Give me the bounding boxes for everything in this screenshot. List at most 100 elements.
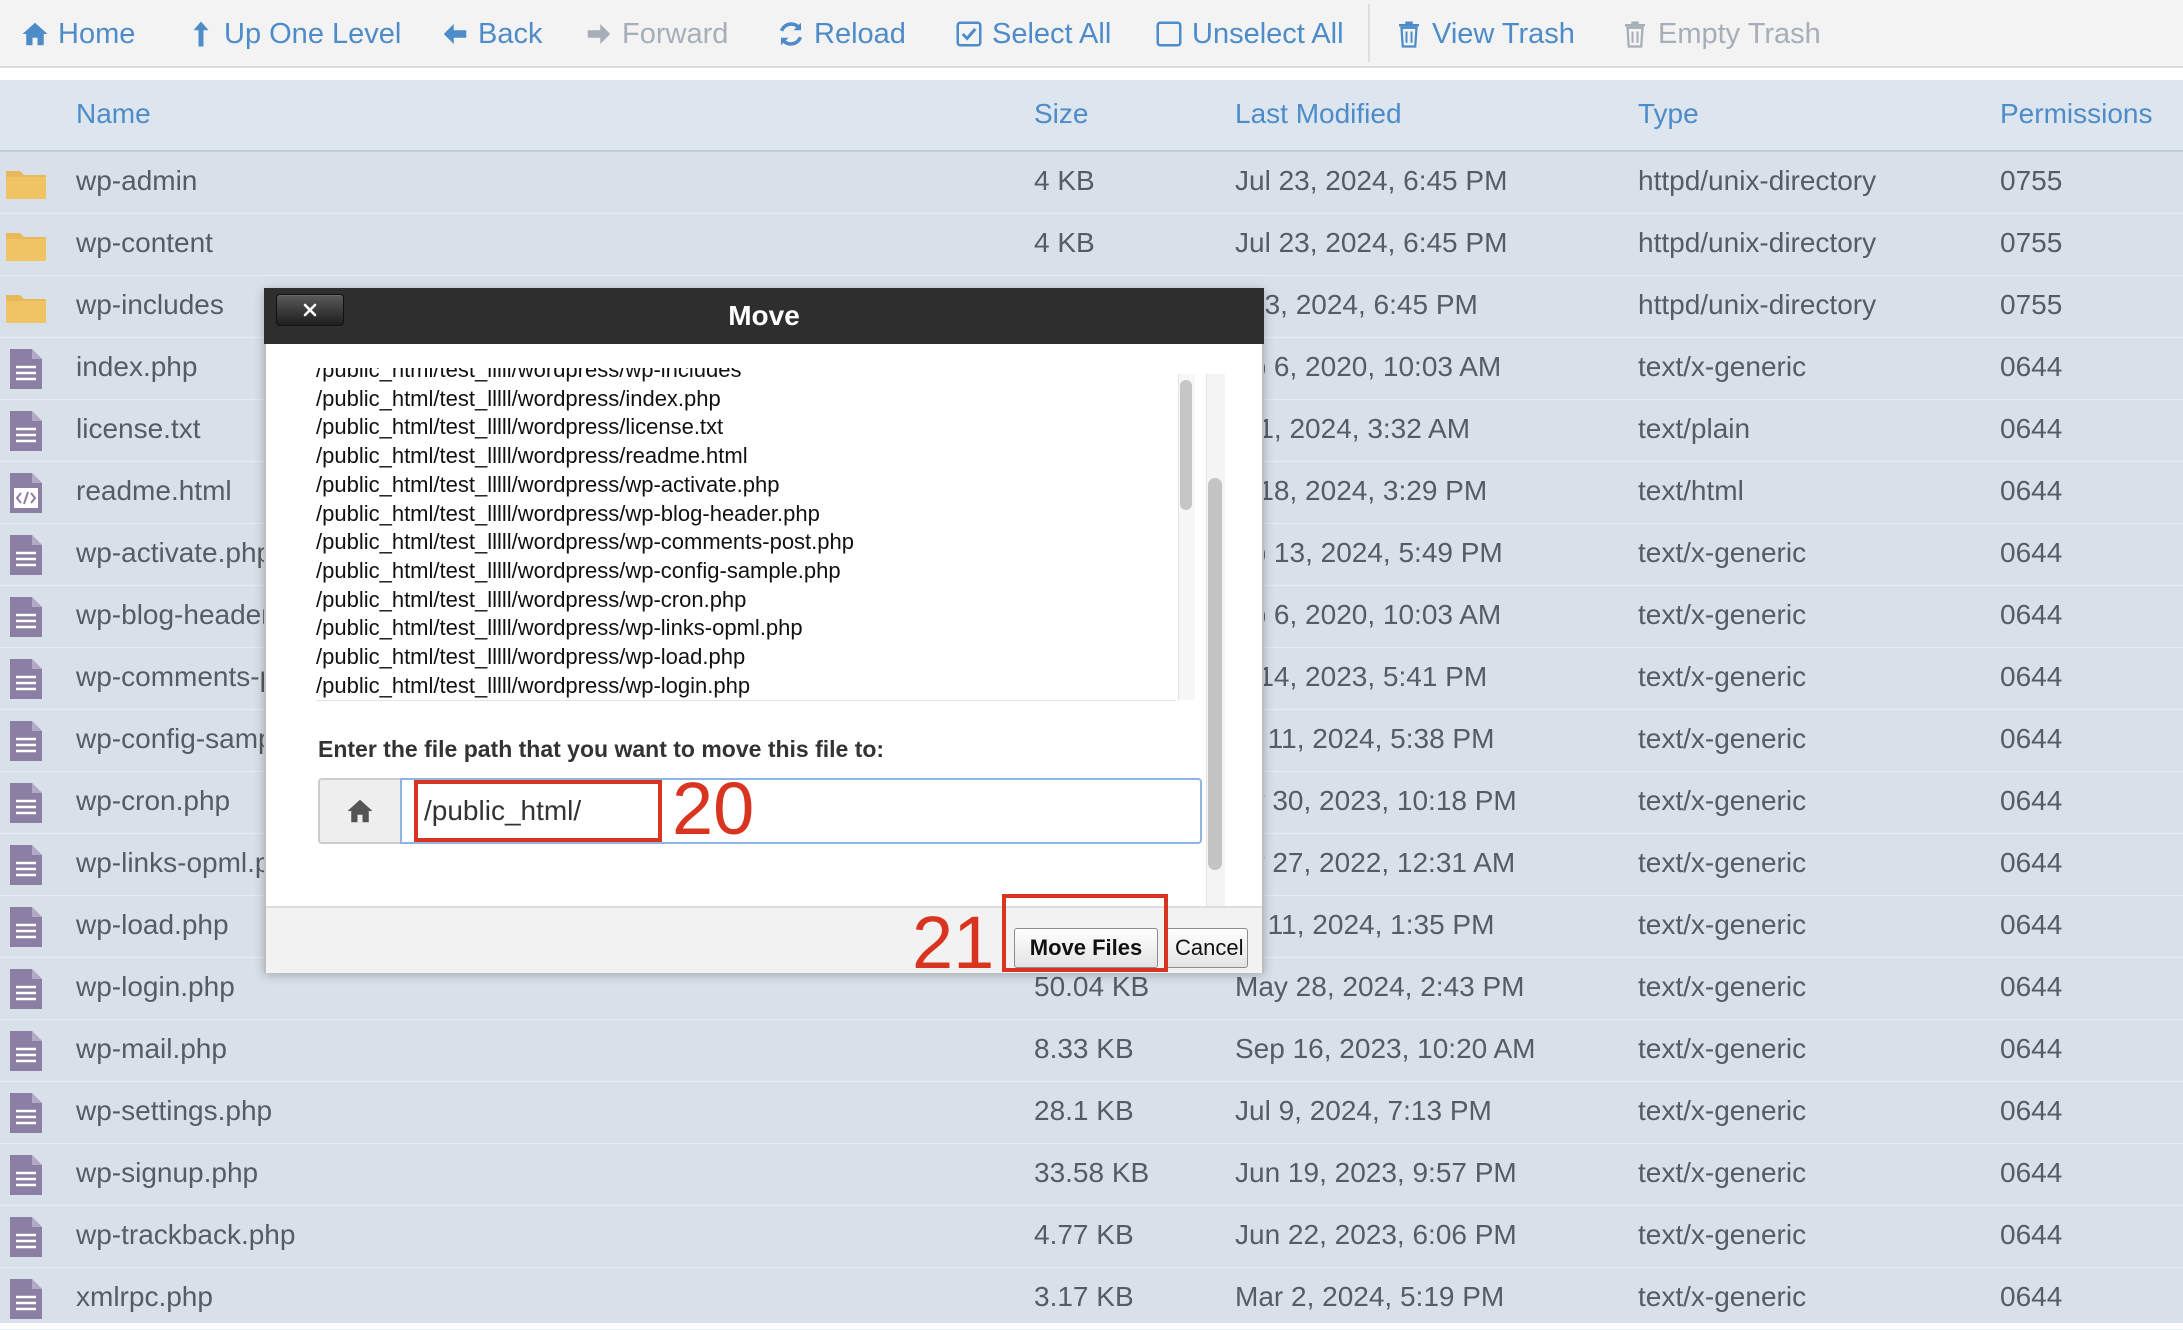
file-name-cell: license.txt <box>76 413 201 444</box>
table-row[interactable]: wp-trackback.php 4.77 KB Jun 22, 2023, 6:0… <box>0 1206 2183 1268</box>
file-name-cell: index.php <box>76 351 198 382</box>
annotation-step-21: 21 <box>912 901 995 984</box>
forward-button[interactable]: Forward <box>584 12 728 56</box>
permissions-cell: 0644 <box>2000 475 2063 506</box>
file-type-cell: text/x-generic <box>1638 599 1807 630</box>
last-modified-cell: May 28, 2024, 2:43 PM <box>1235 971 1525 1002</box>
home-directory-addon <box>318 778 400 844</box>
permissions-cell: 0644 <box>2000 351 2063 382</box>
dialog-scrollbar-thumb[interactable] <box>1208 478 1222 870</box>
file-name-cell: wp-links-opml.p <box>76 847 271 878</box>
move-dialog: Move /public_html/test_lllll/wordpress/w… <box>264 288 1264 973</box>
table-row[interactable]: wp-settings.php 28.1 KB Jul 9, 2024, 7:13 … <box>0 1082 2183 1144</box>
reload-icon <box>779 22 803 46</box>
file-icon <box>4 719 48 763</box>
file-type-cell: text/x-generic <box>1638 909 1807 940</box>
forward-label: Forward <box>622 17 729 50</box>
file-name-cell: wp-signup.php <box>76 1157 259 1188</box>
last-modified-cell: Jul 9, 2024, 7:13 PM <box>1235 1095 1492 1126</box>
file-type-cell: text/x-generic <box>1638 1157 1807 1188</box>
unselect-all-button[interactable]: Unselect All <box>1154 12 1344 56</box>
empty-trash-button[interactable]: Empty Trash <box>1620 12 1821 56</box>
up-one-level-button[interactable]: Up One Level <box>186 12 401 56</box>
file-size-cell: 50.04 KB <box>1034 971 1150 1002</box>
column-header-size[interactable]: Size <box>1034 98 1088 130</box>
permissions-cell: 0644 <box>2000 661 2063 692</box>
file-icon <box>4 905 48 949</box>
unselect-all-label: Unselect All <box>1192 17 1344 50</box>
file-name-cell: wp-includes <box>76 289 224 320</box>
file-type-cell: httpd/unix-directory <box>1638 165 1877 196</box>
file-name-cell: wp-cron.php <box>76 785 231 816</box>
home-button[interactable]: Home <box>20 12 135 56</box>
column-header-last-modified[interactable]: Last Modified <box>1235 98 1402 130</box>
permissions-cell: 0755 <box>2000 165 2063 196</box>
arrow-right-icon <box>587 24 611 44</box>
file-type-cell: text/x-generic <box>1638 537 1807 568</box>
file-list-scrollbar-thumb[interactable] <box>1180 380 1192 510</box>
file-size-cell: 8.33 KB <box>1034 1033 1134 1064</box>
file-name-cell: wp-mail.php <box>76 1033 227 1064</box>
last-modified-cell: l 23, 2024, 6:45 PM <box>1235 289 1478 320</box>
cancel-button[interactable]: Cancel <box>1166 928 1248 968</box>
table-row[interactable]: wp-mail.php 8.33 KB Sep 16, 2023, 10:20 AM… <box>0 1020 2183 1082</box>
permissions-cell: 0644 <box>2000 847 2063 878</box>
select-all-button[interactable]: Select All <box>954 12 1111 56</box>
permissions-cell: 0644 <box>2000 1219 2063 1250</box>
checkbox-checked-icon <box>956 21 982 47</box>
permissions-cell: 0644 <box>2000 1281 2063 1312</box>
list-item: /public_html/test_lllll/wordpress/wp-lin… <box>316 615 803 641</box>
file-type-cell: text/x-generic <box>1638 785 1807 816</box>
last-modified-cell: Jun 19, 2023, 9:57 PM <box>1235 1157 1517 1188</box>
file-size-cell: 28.1 KB <box>1034 1095 1134 1126</box>
table-header: Name Size Last Modified Type Permissions <box>0 80 2183 152</box>
table-row[interactable]: wp-content 4 KB Jul 23, 2024, 6:45 PM httpd… <box>0 214 2183 276</box>
file-name-cell: wp-blog-header <box>76 599 271 630</box>
list-item: /public_html/test_lllll/wordpress/readme… <box>316 443 748 469</box>
file-type-cell: httpd/unix-directory <box>1638 289 1877 320</box>
file-type-cell: text/x-generic <box>1638 661 1807 692</box>
list-item: /public_html/test_lllll/wordpress/wp-log… <box>316 672 751 698</box>
folder-icon <box>4 285 48 329</box>
file-name-cell: wp-activate.php <box>76 537 273 568</box>
permissions-cell: 0644 <box>2000 413 2063 444</box>
home-icon <box>347 799 373 823</box>
file-icon <box>4 657 48 701</box>
up-one-level-label: Up One Level <box>224 17 402 50</box>
permissions-cell: 0755 <box>2000 289 2063 320</box>
column-header-permissions[interactable]: Permissions <box>2000 98 2152 130</box>
file-type-cell: text/x-generic <box>1638 971 1807 1002</box>
select-all-label: Select All <box>992 17 1112 50</box>
file-icon <box>4 1091 48 1135</box>
table-row[interactable]: wp-signup.php 33.58 KB Jun 19, 2023, 9:57 … <box>0 1144 2183 1206</box>
file-icon <box>4 533 48 577</box>
table-row[interactable]: wp-admin 4 KB Jul 23, 2024, 6:45 PM httpd/u… <box>0 152 2183 214</box>
list-item: /public_html/test_lllll/wordpress/wp-inc… <box>316 368 742 382</box>
column-header-type[interactable]: Type <box>1638 98 1699 130</box>
file-name-cell: wp-content <box>76 227 213 258</box>
file-type-cell: httpd/unix-directory <box>1638 227 1877 258</box>
permissions-cell: 0644 <box>2000 1157 2063 1188</box>
file-icon <box>4 1153 48 1197</box>
file-type-cell: text/x-generic <box>1638 351 1807 382</box>
reload-label: Reload <box>814 17 906 50</box>
file-name-cell: xmlrpc.php <box>76 1281 213 1312</box>
file-icon <box>4 1277 48 1321</box>
list-item: /public_html/test_lllll/wordpress/licens… <box>316 414 724 440</box>
file-name-cell: readme.html <box>76 475 232 506</box>
move-dialog-title: Move <box>728 300 800 331</box>
selected-files-list[interactable]: /public_html/test_lllll/wordpress/wp-inc… <box>316 368 1176 701</box>
move-dialog-header: Move <box>264 288 1264 344</box>
last-modified-cell: n 1, 2024, 3:32 AM <box>1235 413 1471 444</box>
back-button[interactable]: Back <box>440 12 542 56</box>
file-name-cell: wp-config-samp <box>76 723 274 754</box>
view-trash-button[interactable]: View Trash <box>1394 12 1575 56</box>
table-row[interactable]: xmlrpc.php 3.17 KB Mar 2, 2024, 5:19 PM tex… <box>0 1268 2183 1330</box>
file-manager-toolbar: Home Up One Level Back Forward Reload Se… <box>0 0 2183 68</box>
column-header-name[interactable]: Name <box>76 98 151 130</box>
last-modified-cell: ar 11, 2024, 1:35 PM <box>1235 909 1495 940</box>
file-size-cell: 3.17 KB <box>1034 1281 1134 1312</box>
file-type-cell: text/plain <box>1638 413 1751 444</box>
reload-button[interactable]: Reload <box>776 12 906 56</box>
permissions-cell: 0644 <box>2000 1033 2063 1064</box>
